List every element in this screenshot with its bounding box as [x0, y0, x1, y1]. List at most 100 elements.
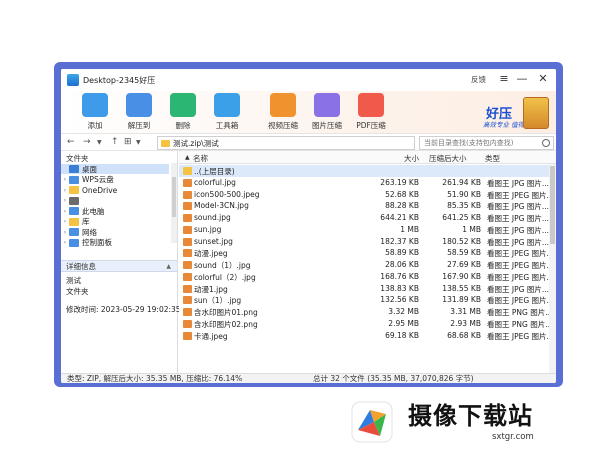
table-row[interactable]: 含水印图片01.png3.32 MB3.31 MB看图王 PNG 图片...20	[179, 306, 556, 318]
file-list-scrollbar[interactable]	[549, 164, 556, 373]
image-icon	[183, 237, 192, 246]
image-icon	[183, 272, 192, 281]
toolbar-button-5[interactable]: 图片压缩	[305, 91, 349, 131]
cell-type: 看图王 JPG 图片...	[487, 178, 549, 188]
expand-icon[interactable]: ›	[61, 197, 69, 204]
tree-item[interactable]: › OneDrive	[61, 185, 169, 195]
feedback-link[interactable]: 反馈	[471, 74, 486, 85]
toolbar-icon-0	[82, 93, 108, 117]
tree-item[interactable]: › 网络	[61, 227, 169, 237]
cell-packed: 51.90 KB	[447, 189, 481, 199]
expand-icon[interactable]: ›	[61, 176, 69, 183]
toolbar-button-4[interactable]: 视频压缩	[261, 91, 305, 131]
cell-name: 动漫1.jpg	[194, 284, 228, 294]
toolbar-icon-2	[170, 93, 196, 117]
details-header[interactable]: 详细信息 ▲	[61, 260, 177, 272]
table-row[interactable]: ..(上层目录)	[179, 165, 556, 177]
table-row[interactable]: sound.jpg 644.21 KB 641.25 KB 看图王 JPG 图片...…	[179, 212, 556, 224]
cell-name: sun（1）.jpg	[194, 296, 242, 306]
app-window: Desktop-2345好压 反馈 ≡ — ✕ 添加 解压到 删除 工具箱 视频压缩 图片…	[61, 69, 556, 383]
cell-size: 3.32 MB	[388, 307, 419, 316]
cell-name: icon500-500.jpeg	[194, 189, 260, 199]
cell-packed: 68.68 KB	[447, 330, 481, 340]
column-name[interactable]: 名称	[193, 153, 208, 164]
image-icon	[183, 190, 192, 199]
search-icon[interactable]	[542, 139, 550, 147]
table-row[interactable]: icon500-500.jpeg 52.68 KB 51.90 KB 看图王 JPEG…	[179, 189, 556, 201]
expand-icon[interactable]: ›	[61, 239, 69, 246]
cell-size: 28.06 KB	[385, 260, 419, 269]
table-row[interactable]: sun（1）.jpg 132.56 KB 131.89 KB 看图王 JPEG 图片.…	[179, 294, 556, 306]
toolbar-button-1[interactable]: 解压到	[117, 91, 161, 131]
menu-icon[interactable]: ≡	[497, 72, 511, 86]
table-row[interactable]: Model-3CN.jpg 88.28 KB 85.35 KB 看图王 JPG 图片.…	[179, 200, 556, 212]
column-header: 名称 ▲ 大小 压缩后大小 类型 安全 修	[179, 151, 556, 164]
cell-name: sunset.jpg	[194, 236, 233, 246]
expand-icon[interactable]: ›	[61, 218, 69, 225]
cell-type: 看图王 PNG 图片...	[487, 319, 553, 329]
table-row[interactable]: 卡通.jpeg69.18 KB68.68 KB看图王 JPEG 图片...20	[179, 330, 556, 342]
table-row[interactable]: 含水印图片02.png2.95 MB2.93 MB看图王 PNG 图片...20	[179, 318, 556, 330]
close-icon[interactable]: ✕	[536, 72, 550, 86]
expand-icon[interactable]: ›	[61, 208, 69, 215]
toolbar-label: 图片压缩	[312, 121, 342, 130]
minimize-icon[interactable]: —	[515, 72, 529, 86]
toolbar-label: 视频压缩	[268, 121, 298, 130]
folder-tree-scrollbar[interactable]	[171, 163, 177, 243]
table-row[interactable]: 动漫.jpeg58.89 KB58.59 KB看图王 JPEG 图片...20	[179, 247, 556, 259]
back-icon[interactable]: ←	[67, 137, 75, 147]
history-dropdown-icon[interactable]: ▼	[97, 139, 102, 146]
forward-icon[interactable]: →	[83, 137, 91, 147]
column-type[interactable]: 类型	[485, 153, 500, 164]
tree-item-label: 此电脑	[82, 206, 105, 216]
path-field[interactable]: 测试.zip\测试	[157, 136, 415, 150]
status-left: 类型: ZIP, 解压后大小: 35.35 MB, 压缩比: 76.14%	[67, 374, 243, 383]
cell-type: 看图王 JPEG 图片...	[487, 331, 554, 341]
tree-item[interactable]: ›	[61, 196, 169, 206]
toolbar-icon-4	[270, 93, 296, 117]
expand-icon[interactable]: ›	[61, 229, 69, 236]
folder-panel-header: 文件夹	[66, 154, 89, 163]
toolbar-button-3[interactable]: 工具箱	[205, 91, 249, 131]
column-size[interactable]: 大小	[404, 153, 419, 164]
table-row[interactable]: 动漫1.jpg138.83 KB138.55 KB看图王 JPG 图片...20	[179, 283, 556, 295]
cell-type: 看图王 JPG 图片...	[487, 225, 549, 235]
image-icon	[183, 202, 192, 211]
view-icon[interactable]: ⊞	[124, 137, 132, 147]
cell-name: Model-3CN.jpg	[194, 201, 249, 211]
cell-type: 看图王 JPEG 图片...	[487, 296, 554, 306]
scrollbar-thumb[interactable]	[172, 177, 176, 217]
search-input[interactable]: 当前目录查找(支持包内查找)	[419, 136, 554, 150]
cell-size: 168.76 KB	[380, 271, 419, 281]
table-row[interactable]: sound（1）.jpg 28.06 KB 27.69 KB 看图王 JPEG 图片.…	[179, 259, 556, 271]
expand-icon[interactable]: ›	[61, 187, 69, 194]
toolbar-button-6[interactable]: PDF压缩	[349, 91, 393, 131]
up-icon[interactable]: ↑	[111, 137, 119, 147]
tree-item[interactable]: 桌面	[61, 164, 169, 174]
image-icon	[183, 249, 192, 258]
cloud-icon	[69, 175, 79, 184]
view-dropdown-icon[interactable]: ▼	[136, 139, 141, 146]
tree-item[interactable]: › 此电脑	[61, 206, 169, 216]
cell-name: sun.jpg	[194, 224, 222, 234]
watermark: 摄像下载站 sxtgr.com	[350, 392, 600, 450]
toolbar-button-2[interactable]: 删除	[161, 91, 205, 131]
app-logo-icon	[67, 74, 79, 86]
table-row[interactable]: sun.jpg1 MB1 MB看图王 JPG 图片...20	[179, 224, 556, 236]
library-icon	[69, 217, 79, 226]
cell-size: 2.95 MB	[388, 318, 419, 328]
toolbar-button-0[interactable]: 添加	[73, 91, 117, 131]
cell-packed: 2.93 MB	[450, 318, 481, 328]
cell-packed: 261.94 KB	[442, 177, 481, 187]
table-row[interactable]: sunset.jpg 182.37 KB 180.52 KB 看图王 JPG 图片..…	[179, 236, 556, 248]
address-bar: ← → ▼ ↑ ⊞ ▼ 测试.zip\测试 当前目录查找(支持包内查找)	[61, 133, 556, 151]
scrollbar-thumb[interactable]	[550, 166, 555, 244]
table-row[interactable]: colorful.jpg 263.19 KB 261.94 KB 看图王 JPG 图片…	[179, 177, 556, 189]
table-row[interactable]: colorful（2）.jpg 168.76 KB 167.90 KB 看图王 JPE…	[179, 271, 556, 283]
column-packed-size[interactable]: 压缩后大小	[429, 153, 467, 164]
tree-item[interactable]: › WPS云盘	[61, 175, 169, 185]
collapse-icon[interactable]: ▲	[166, 261, 171, 272]
cell-type: 看图王 JPEG 图片...	[487, 249, 554, 259]
tree-item[interactable]: › 控制面板	[61, 238, 169, 248]
tree-item[interactable]: › 库	[61, 217, 169, 227]
